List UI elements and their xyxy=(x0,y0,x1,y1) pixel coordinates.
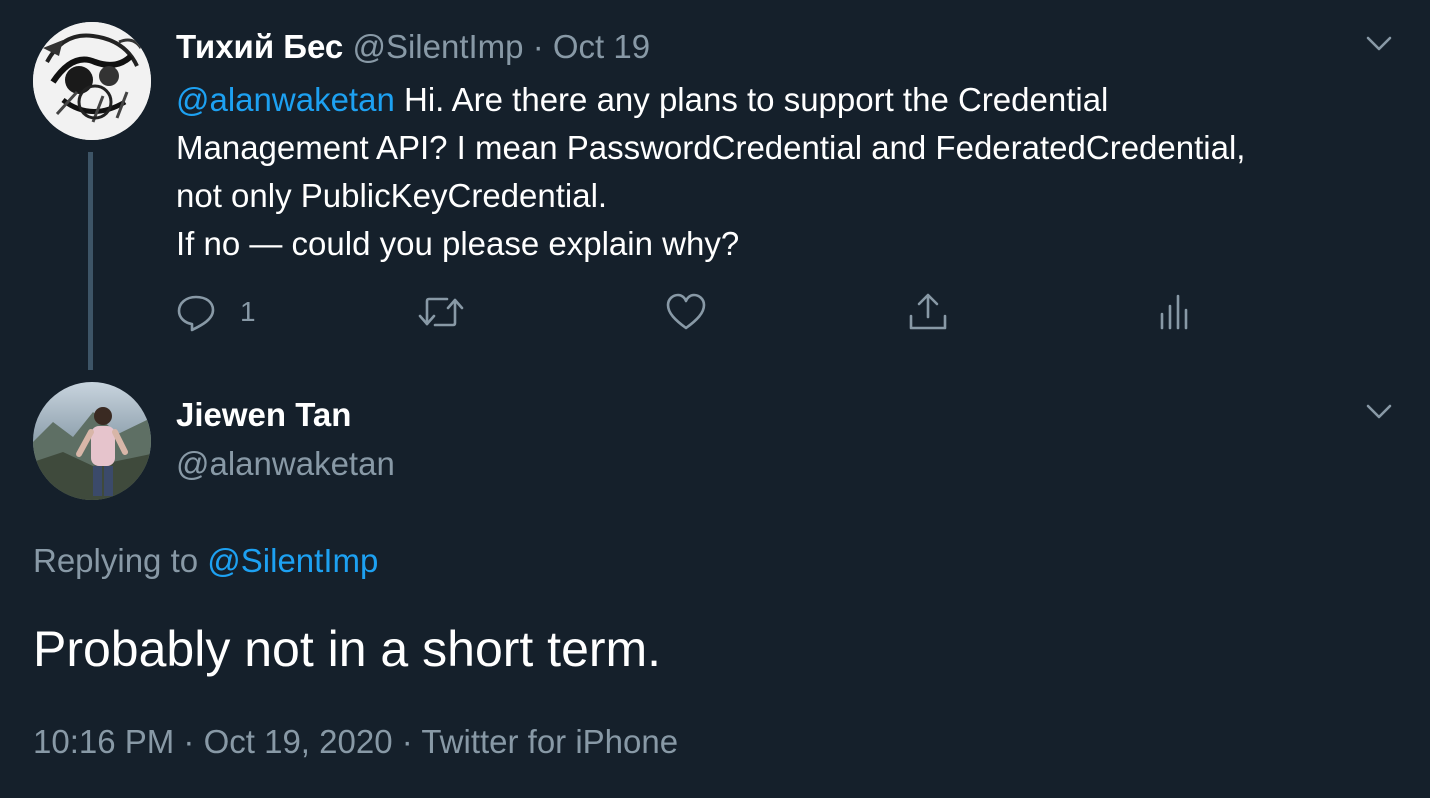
tweet-text-line: Management API? I mean PasswordCredentia… xyxy=(176,129,1246,166)
analytics-button[interactable] xyxy=(1158,290,1188,334)
mention-link[interactable]: @alanwaketan xyxy=(176,81,395,118)
share-button[interactable] xyxy=(907,290,949,334)
reply-icon xyxy=(177,295,215,332)
replying-to-mention[interactable]: @SilentImp xyxy=(207,542,378,579)
meta-separator: · xyxy=(401,723,413,760)
analytics-icon xyxy=(1160,294,1188,330)
tweet-text-line: not only PublicKeyCredential. xyxy=(176,177,608,214)
tweet-text: @alanwaketan Hi. Are there any plans to … xyxy=(176,76,1376,268)
tweet-date[interactable]: Oct 19, 2020 xyxy=(204,723,393,760)
replying-to: Replying to @SilentImp xyxy=(33,540,378,582)
avatar[interactable] xyxy=(33,22,151,140)
chevron-down-icon[interactable] xyxy=(1364,28,1394,58)
thread-connector-line xyxy=(88,152,93,370)
reply-button[interactable]: 1 xyxy=(176,290,256,334)
tweet-text-segment: Hi. Are there any plans to support the C… xyxy=(394,81,1109,118)
tweet-text-line: @alanwaketan Hi. Are there any plans to … xyxy=(176,76,1376,124)
tweet-time[interactable]: 10:16 PM xyxy=(33,723,174,760)
replying-to-label: Replying to xyxy=(33,542,208,579)
retweet-button[interactable] xyxy=(417,290,465,334)
author-name[interactable]: Тихий Бес xyxy=(176,28,343,65)
author-handle[interactable]: @SilentImp xyxy=(352,28,523,65)
reply-count: 1 xyxy=(240,296,256,327)
author-handle[interactable]: @alanwaketan xyxy=(176,443,395,485)
tweet-text: Probably not in a short term. xyxy=(33,621,662,677)
heart-icon xyxy=(666,293,706,330)
tweet-header: Тихий Бес @SilentImp · Oct 19 xyxy=(176,26,650,68)
tweet-thread: Тихий Бес @SilentImp · Oct 19 @alanwaket… xyxy=(0,0,1430,798)
author-name[interactable]: Jiewen Tan xyxy=(176,394,351,436)
tweet-source[interactable]: Twitter for iPhone xyxy=(421,723,678,760)
tweet-date[interactable]: Oct 19 xyxy=(553,28,650,65)
like-button[interactable] xyxy=(665,290,707,334)
parent-tweet[interactable]: Тихий Бес @SilentImp · Oct 19 @alanwaket… xyxy=(0,0,1430,370)
chevron-down-icon[interactable] xyxy=(1364,396,1394,426)
tweet-actions: 1 xyxy=(176,290,1196,334)
meta-separator: · xyxy=(532,28,544,65)
tweet-timestamp: 10:16 PM · Oct 19, 2020 · Twitter for iP… xyxy=(33,721,678,763)
share-icon xyxy=(909,293,947,330)
tweet-text-line: If no — could you please explain why? xyxy=(176,225,740,262)
meta-separator: · xyxy=(183,723,195,760)
avatar[interactable] xyxy=(33,382,151,500)
retweet-icon xyxy=(418,297,464,327)
